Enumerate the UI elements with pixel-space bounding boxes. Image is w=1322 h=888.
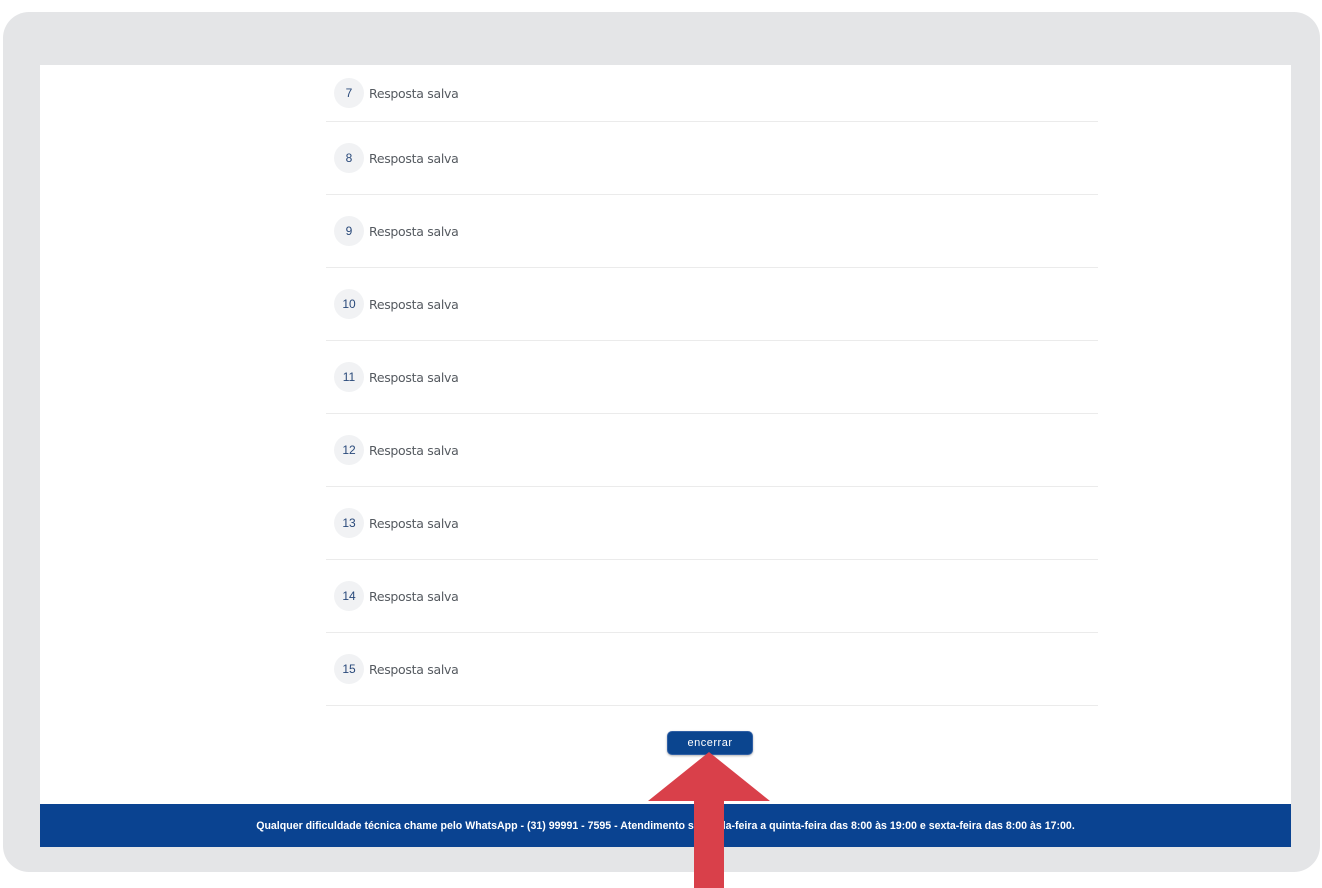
question-number-link[interactable]: 13: [334, 508, 364, 538]
answer-status: Resposta salva: [369, 515, 459, 531]
summary-row: 12 Resposta salva: [326, 414, 1098, 487]
question-number-link[interactable]: 15: [334, 654, 364, 684]
summary-row: 10 Resposta salva: [326, 268, 1098, 341]
answer-status: Resposta salva: [369, 296, 459, 312]
answer-status: Resposta salva: [369, 85, 459, 101]
summary-row: 8 Resposta salva: [326, 122, 1098, 195]
summary-row: 7 Resposta salva: [326, 65, 1098, 122]
summary-row: 9 Resposta salva: [326, 195, 1098, 268]
summary-row: 11 Resposta salva: [326, 341, 1098, 414]
question-number-link[interactable]: 10: [334, 289, 364, 319]
attempt-summary-list: 7 Resposta salva 8 Resposta salva 9 Resp…: [326, 65, 1098, 706]
quiz-summary-page: 7 Resposta salva 8 Resposta salva 9 Resp…: [40, 65, 1291, 847]
question-number-link[interactable]: 12: [334, 435, 364, 465]
summary-row: 14 Resposta salva: [326, 560, 1098, 633]
arrow-up-icon: [648, 752, 770, 888]
answer-status: Resposta salva: [369, 588, 459, 604]
question-number-link[interactable]: 7: [334, 78, 364, 108]
answer-status: Resposta salva: [369, 369, 459, 385]
question-number-link[interactable]: 8: [334, 143, 364, 173]
answer-status: Resposta salva: [369, 150, 459, 166]
summary-row: 13 Resposta salva: [326, 487, 1098, 560]
question-number-link[interactable]: 9: [334, 216, 364, 246]
screenshot-frame: 7 Resposta salva 8 Resposta salva 9 Resp…: [3, 12, 1320, 872]
answer-status: Resposta salva: [369, 442, 459, 458]
question-number-link[interactable]: 14: [334, 581, 364, 611]
question-number-link[interactable]: 11: [334, 362, 364, 392]
summary-row: 15 Resposta salva: [326, 633, 1098, 706]
answer-status: Resposta salva: [369, 223, 459, 239]
answer-status: Resposta salva: [369, 661, 459, 677]
